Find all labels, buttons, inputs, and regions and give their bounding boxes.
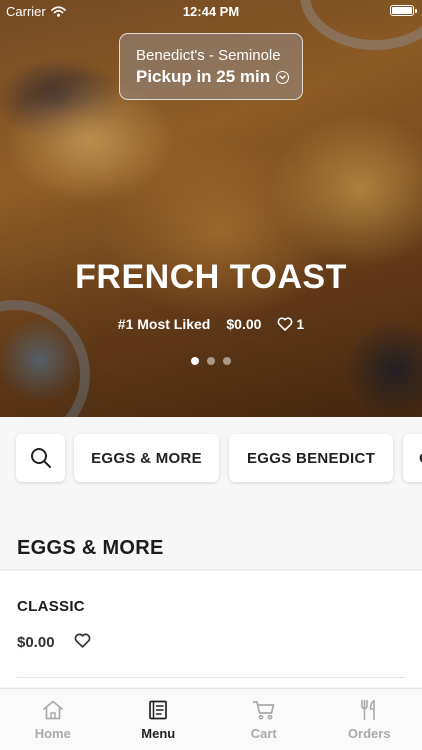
search-button[interactable] bbox=[16, 434, 65, 482]
tab-label: Orders bbox=[347, 726, 391, 741]
carousel-dot[interactable] bbox=[223, 357, 231, 365]
chevron-down-icon bbox=[276, 70, 290, 84]
category-bar: EGGS & MORE EGGS BENEDICT O bbox=[0, 417, 422, 499]
heart-icon bbox=[278, 317, 293, 331]
carousel-dot[interactable] bbox=[191, 357, 199, 365]
tab-home[interactable]: Home bbox=[0, 689, 106, 750]
featured-price: $0.00 bbox=[226, 316, 262, 332]
clock: 12:44 PM bbox=[182, 4, 240, 19]
tab-label: Menu bbox=[141, 726, 176, 741]
featured-item-title: FRENCH TOAST bbox=[75, 258, 347, 296]
likes-count[interactable]: 1 bbox=[277, 316, 304, 332]
pickup-time: Pickup in 25 min bbox=[136, 66, 302, 88]
carousel-indicator bbox=[0, 357, 422, 365]
carousel-dot[interactable] bbox=[207, 357, 215, 365]
most-liked-badge: #1 Most Liked bbox=[117, 316, 211, 332]
tab-label: Home bbox=[34, 726, 71, 741]
location-selector[interactable]: Benedict's - Seminole Pickup in 25 min bbox=[119, 33, 303, 100]
tab-bar: Home Menu Cart Orders bbox=[0, 688, 422, 750]
tab-label: Cart bbox=[250, 726, 277, 741]
tab-orders[interactable]: Orders bbox=[317, 689, 422, 750]
category-chip-next[interactable]: O bbox=[403, 434, 422, 482]
home-icon bbox=[42, 699, 64, 721]
category-chip-eggs-benedict[interactable]: EGGS BENEDICT bbox=[229, 434, 393, 482]
status-bar: Carrier 12:44 PM bbox=[0, 0, 422, 22]
item-name: CLASSIC bbox=[17, 598, 85, 615]
battery-icon bbox=[390, 5, 417, 16]
menu-item[interactable]: CLASSIC $0.00 bbox=[0, 571, 422, 687]
pickup-label: Pickup in 25 min bbox=[136, 67, 271, 86]
item-divider bbox=[17, 677, 405, 678]
store-name: Benedict's - Seminole bbox=[136, 47, 281, 64]
item-price: $0.00 bbox=[17, 634, 55, 651]
menu-icon bbox=[148, 699, 168, 721]
likes-value: 1 bbox=[296, 316, 305, 332]
tab-cart[interactable]: Cart bbox=[211, 689, 317, 750]
heart-icon[interactable] bbox=[74, 633, 91, 648]
cart-icon bbox=[252, 699, 276, 721]
orders-icon bbox=[359, 699, 379, 721]
section-divider bbox=[0, 569, 422, 570]
section-title: EGGS & MORE bbox=[17, 537, 164, 559]
search-icon bbox=[30, 448, 51, 468]
tab-menu[interactable]: Menu bbox=[106, 689, 212, 750]
hero-banner[interactable]: Carrier 12:44 PM Benedict's - Seminole P… bbox=[0, 0, 422, 417]
featured-item-meta: #1 Most Liked $0.00 1 bbox=[0, 316, 422, 332]
category-chip-eggs-more[interactable]: EGGS & MORE bbox=[74, 434, 219, 482]
